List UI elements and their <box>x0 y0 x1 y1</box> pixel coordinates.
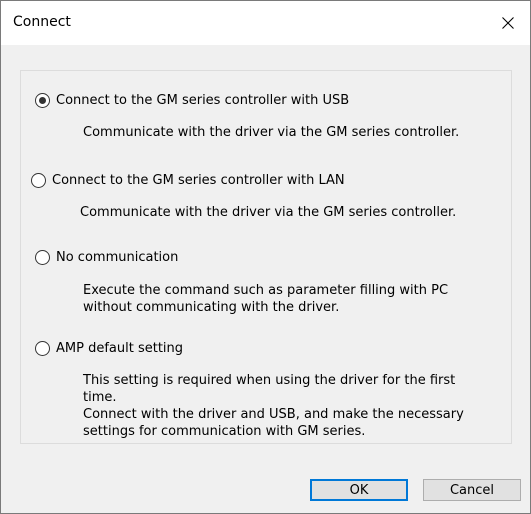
lan-description-line: Communicate with the driver via the GM s… <box>80 205 457 220</box>
radio-usb-option[interactable]: Connect to the GM series controller with… <box>35 93 349 108</box>
radio-usb[interactable] <box>35 93 50 108</box>
radio-lan-option[interactable]: Connect to the GM series controller with… <box>31 173 345 188</box>
dialog-title: Connect <box>13 14 71 30</box>
radio-lan-label[interactable]: Connect to the GM series controller with… <box>52 173 345 188</box>
cancel-button[interactable]: Cancel <box>423 479 521 501</box>
no-communication-description: Execute the command such as parameter fi… <box>83 282 448 316</box>
close-icon <box>502 17 514 29</box>
amp-default-description-line-2: time. <box>83 390 117 405</box>
radio-amp-default-label[interactable]: AMP default setting <box>56 341 183 356</box>
amp-default-description-line-3: Connect with the driver and USB, and mak… <box>83 407 464 422</box>
usb-description-line: Communicate with the driver via the GM s… <box>83 125 460 140</box>
no-communication-description-line-2: without communicating with the driver. <box>83 300 340 315</box>
no-communication-description-line-1: Execute the command such as parameter fi… <box>83 283 449 298</box>
radio-lan[interactable] <box>31 173 46 188</box>
amp-default-description: This setting is required when using the … <box>83 372 464 440</box>
radio-amp-default-option[interactable]: AMP default setting <box>35 341 183 356</box>
radio-no-communication-label[interactable]: No communication <box>56 250 178 265</box>
radio-no-communication[interactable] <box>35 250 50 265</box>
usb-description: Communicate with the driver via the GM s… <box>83 124 459 141</box>
lan-description: Communicate with the driver via the GM s… <box>80 204 456 221</box>
amp-default-description-line-1: This setting is required when using the … <box>83 373 456 388</box>
radio-usb-label[interactable]: Connect to the GM series controller with… <box>56 93 349 108</box>
radio-amp-default[interactable] <box>35 341 50 356</box>
title-bar: Connect <box>1 1 530 45</box>
amp-default-description-line-4: settings for communication with GM serie… <box>83 424 366 439</box>
radio-no-communication-option[interactable]: No communication <box>35 250 178 265</box>
connect-dialog: Connect Connect to the GM series control… <box>0 0 531 514</box>
close-button[interactable] <box>486 1 530 45</box>
ok-button[interactable]: OK <box>310 479 408 501</box>
